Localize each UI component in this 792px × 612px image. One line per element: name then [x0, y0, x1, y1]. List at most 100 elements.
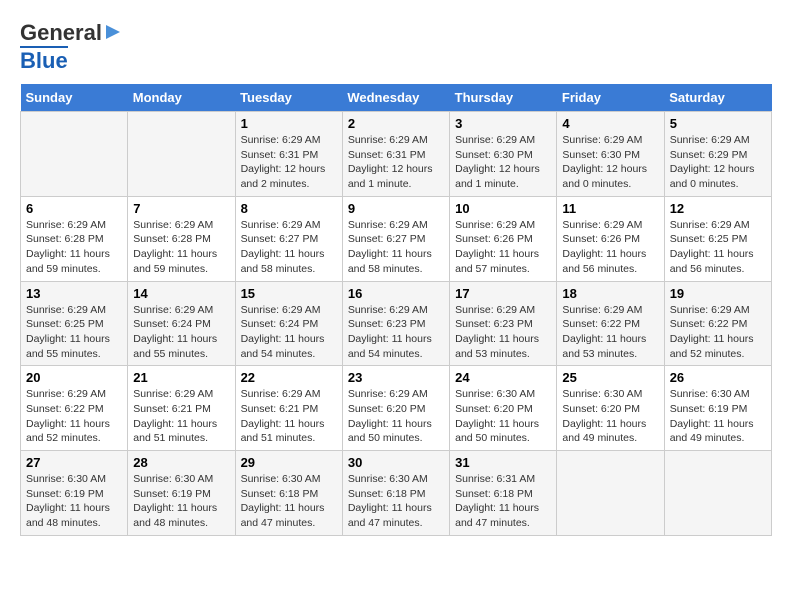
col-header-sunday: Sunday: [21, 84, 128, 112]
day-number: 18: [562, 286, 658, 301]
day-number: 22: [241, 370, 337, 385]
calendar-week-row: 13Sunrise: 6:29 AM Sunset: 6:25 PM Dayli…: [21, 281, 772, 366]
col-header-tuesday: Tuesday: [235, 84, 342, 112]
calendar-cell: 13Sunrise: 6:29 AM Sunset: 6:25 PM Dayli…: [21, 281, 128, 366]
calendar-cell: 22 Sunrise: 6:29 AM Sunset: 6:21 PM Dayli…: [235, 366, 342, 451]
day-detail: Sunrise: 6:29 AM Sunset: 6:21 PM Dayligh…: [241, 387, 337, 446]
day-number: 1: [241, 116, 337, 131]
day-detail: Sunrise: 6:29 AM Sunset: 6:23 PM Dayligh…: [455, 303, 551, 362]
page-header: General Blue: [20, 20, 772, 74]
day-detail: Sunrise: 6:30 AM Sunset: 6:18 PM Dayligh…: [241, 472, 337, 531]
calendar-cell: 21Sunrise: 6:29 AM Sunset: 6:21 PM Dayli…: [128, 366, 235, 451]
day-detail: Sunrise: 6:29 AM Sunset: 6:24 PM Dayligh…: [241, 303, 337, 362]
col-header-friday: Friday: [557, 84, 664, 112]
calendar-cell: 4Sunrise: 6:29 AM Sunset: 6:30 PM Daylig…: [557, 112, 664, 197]
day-number: 8: [241, 201, 337, 216]
calendar-cell: 2 Sunrise: 6:29 AM Sunset: 6:31 PM Daylig…: [342, 112, 449, 197]
calendar-cell: 29 Sunrise: 6:30 AM Sunset: 6:18 PM Dayli…: [235, 451, 342, 536]
logo-arrow-icon: [104, 23, 122, 46]
day-detail: Sunrise: 6:30 AM Sunset: 6:20 PM Dayligh…: [562, 387, 658, 446]
calendar-cell: 14 Sunrise: 6:29 AM Sunset: 6:24 PM Dayli…: [128, 281, 235, 366]
day-number: 29: [241, 455, 337, 470]
day-number: 14: [133, 286, 229, 301]
day-number: 3: [455, 116, 551, 131]
day-detail: Sunrise: 6:30 AM Sunset: 6:18 PM Dayligh…: [348, 472, 444, 531]
day-detail: Sunrise: 6:29 AM Sunset: 6:27 PM Dayligh…: [348, 218, 444, 277]
day-detail: Sunrise: 6:30 AM Sunset: 6:19 PM Dayligh…: [670, 387, 766, 446]
day-number: 27: [26, 455, 122, 470]
calendar-cell: 6 Sunrise: 6:29 AM Sunset: 6:28 PM Daylig…: [21, 196, 128, 281]
day-number: 23: [348, 370, 444, 385]
calendar-cell: 11Sunrise: 6:29 AM Sunset: 6:26 PM Dayli…: [557, 196, 664, 281]
day-detail: Sunrise: 6:29 AM Sunset: 6:27 PM Dayligh…: [241, 218, 337, 277]
col-header-wednesday: Wednesday: [342, 84, 449, 112]
day-number: 25: [562, 370, 658, 385]
calendar-cell: [557, 451, 664, 536]
calendar-cell: 26 Sunrise: 6:30 AM Sunset: 6:19 PM Dayli…: [664, 366, 771, 451]
day-number: 6: [26, 201, 122, 216]
col-header-monday: Monday: [128, 84, 235, 112]
day-number: 16: [348, 286, 444, 301]
day-number: 9: [348, 201, 444, 216]
calendar-cell: 17Sunrise: 6:29 AM Sunset: 6:23 PM Dayli…: [450, 281, 557, 366]
day-detail: Sunrise: 6:29 AM Sunset: 6:22 PM Dayligh…: [26, 387, 122, 446]
calendar-cell: 30 Sunrise: 6:30 AM Sunset: 6:18 PM Dayli…: [342, 451, 449, 536]
day-detail: Sunrise: 6:31 AM Sunset: 6:18 PM Dayligh…: [455, 472, 551, 531]
logo: General Blue: [20, 20, 122, 74]
day-detail: Sunrise: 6:29 AM Sunset: 6:28 PM Dayligh…: [133, 218, 229, 277]
calendar-cell: 18Sunrise: 6:29 AM Sunset: 6:22 PM Dayli…: [557, 281, 664, 366]
calendar-cell: 27 Sunrise: 6:30 AM Sunset: 6:19 PM Dayli…: [21, 451, 128, 536]
calendar-week-row: 1 Sunrise: 6:29 AM Sunset: 6:31 PM Daylig…: [21, 112, 772, 197]
day-detail: Sunrise: 6:29 AM Sunset: 6:26 PM Dayligh…: [562, 218, 658, 277]
col-header-saturday: Saturday: [664, 84, 771, 112]
day-number: 31: [455, 455, 551, 470]
calendar-table: SundayMondayTuesdayWednesdayThursdayFrid…: [20, 84, 772, 536]
day-number: 7: [133, 201, 229, 216]
calendar-cell: 3 Sunrise: 6:29 AM Sunset: 6:30 PM Daylig…: [450, 112, 557, 197]
day-detail: Sunrise: 6:29 AM Sunset: 6:21 PM Dayligh…: [133, 387, 229, 446]
day-detail: Sunrise: 6:29 AM Sunset: 6:25 PM Dayligh…: [26, 303, 122, 362]
calendar-week-row: 27 Sunrise: 6:30 AM Sunset: 6:19 PM Dayli…: [21, 451, 772, 536]
calendar-cell: 8 Sunrise: 6:29 AM Sunset: 6:27 PM Daylig…: [235, 196, 342, 281]
calendar-cell: 7 Sunrise: 6:29 AM Sunset: 6:28 PM Daylig…: [128, 196, 235, 281]
day-detail: Sunrise: 6:30 AM Sunset: 6:19 PM Dayligh…: [26, 472, 122, 531]
calendar-cell: 5 Sunrise: 6:29 AM Sunset: 6:29 PM Daylig…: [664, 112, 771, 197]
day-detail: Sunrise: 6:29 AM Sunset: 6:22 PM Dayligh…: [670, 303, 766, 362]
calendar-cell: 28 Sunrise: 6:30 AM Sunset: 6:19 PM Dayli…: [128, 451, 235, 536]
day-number: 15: [241, 286, 337, 301]
day-detail: Sunrise: 6:29 AM Sunset: 6:26 PM Dayligh…: [455, 218, 551, 277]
calendar-cell: 25 Sunrise: 6:30 AM Sunset: 6:20 PM Dayli…: [557, 366, 664, 451]
day-detail: Sunrise: 6:30 AM Sunset: 6:20 PM Dayligh…: [455, 387, 551, 446]
day-number: 28: [133, 455, 229, 470]
day-number: 30: [348, 455, 444, 470]
day-detail: Sunrise: 6:29 AM Sunset: 6:31 PM Dayligh…: [241, 133, 337, 192]
day-detail: Sunrise: 6:29 AM Sunset: 6:28 PM Dayligh…: [26, 218, 122, 277]
day-detail: Sunrise: 6:29 AM Sunset: 6:23 PM Dayligh…: [348, 303, 444, 362]
day-number: 20: [26, 370, 122, 385]
day-number: 2: [348, 116, 444, 131]
day-detail: Sunrise: 6:29 AM Sunset: 6:20 PM Dayligh…: [348, 387, 444, 446]
day-number: 5: [670, 116, 766, 131]
calendar-cell: 10Sunrise: 6:29 AM Sunset: 6:26 PM Dayli…: [450, 196, 557, 281]
calendar-cell: 1 Sunrise: 6:29 AM Sunset: 6:31 PM Daylig…: [235, 112, 342, 197]
calendar-cell: 9 Sunrise: 6:29 AM Sunset: 6:27 PM Daylig…: [342, 196, 449, 281]
logo-blue-text: Blue: [20, 46, 68, 74]
day-detail: Sunrise: 6:29 AM Sunset: 6:30 PM Dayligh…: [562, 133, 658, 192]
calendar-cell: 12Sunrise: 6:29 AM Sunset: 6:25 PM Dayli…: [664, 196, 771, 281]
logo-general-text: General: [20, 20, 102, 46]
day-detail: Sunrise: 6:29 AM Sunset: 6:30 PM Dayligh…: [455, 133, 551, 192]
calendar-cell: 31 Sunrise: 6:31 AM Sunset: 6:18 PM Dayli…: [450, 451, 557, 536]
day-number: 12: [670, 201, 766, 216]
calendar-cell: 23 Sunrise: 6:29 AM Sunset: 6:20 PM Dayli…: [342, 366, 449, 451]
calendar-header-row: SundayMondayTuesdayWednesdayThursdayFrid…: [21, 84, 772, 112]
calendar-body: 1 Sunrise: 6:29 AM Sunset: 6:31 PM Daylig…: [21, 112, 772, 536]
day-number: 24: [455, 370, 551, 385]
day-detail: Sunrise: 6:30 AM Sunset: 6:19 PM Dayligh…: [133, 472, 229, 531]
calendar-week-row: 6 Sunrise: 6:29 AM Sunset: 6:28 PM Daylig…: [21, 196, 772, 281]
calendar-week-row: 20 Sunrise: 6:29 AM Sunset: 6:22 PM Dayli…: [21, 366, 772, 451]
calendar-cell: 16 Sunrise: 6:29 AM Sunset: 6:23 PM Dayli…: [342, 281, 449, 366]
day-detail: Sunrise: 6:29 AM Sunset: 6:29 PM Dayligh…: [670, 133, 766, 192]
day-detail: Sunrise: 6:29 AM Sunset: 6:24 PM Dayligh…: [133, 303, 229, 362]
day-detail: Sunrise: 6:29 AM Sunset: 6:31 PM Dayligh…: [348, 133, 444, 192]
day-number: 26: [670, 370, 766, 385]
